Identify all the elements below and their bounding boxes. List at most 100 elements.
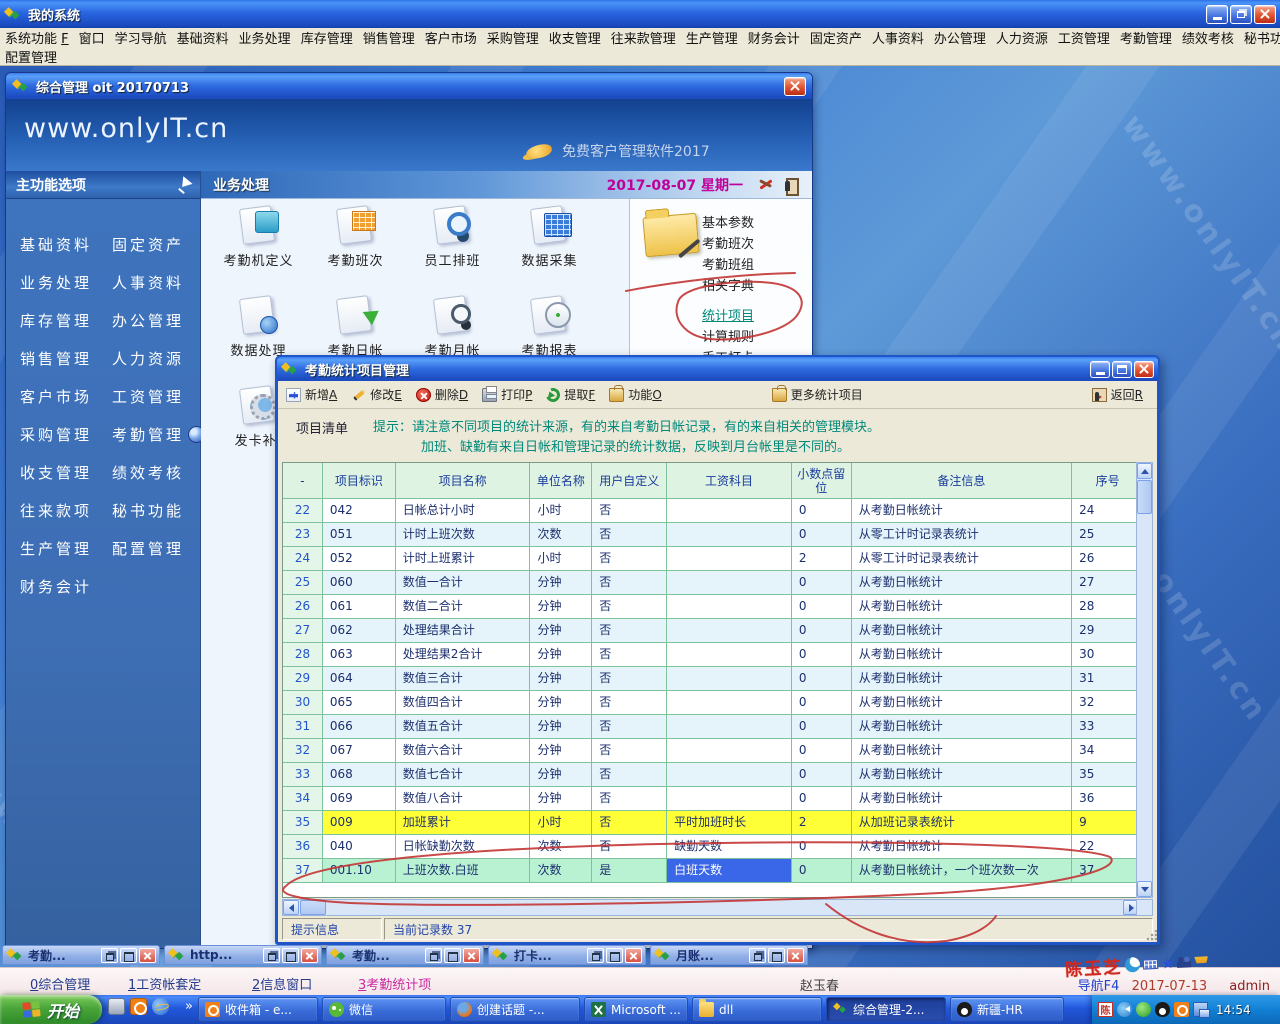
table-cell[interactable]: 060: [323, 571, 396, 595]
menu-item[interactable]: 往来款管理: [606, 28, 681, 47]
table-cell[interactable]: 从考勤日帐统计: [852, 787, 1072, 811]
vertical-scrollbar[interactable]: [1136, 462, 1153, 898]
table-row[interactable]: 33068数值七合计分钟否0从考勤日帐统计35: [283, 763, 1143, 787]
column-header[interactable]: 序号: [1072, 463, 1143, 499]
table-cell[interactable]: 日帐总计小时: [396, 499, 531, 523]
table-cell[interactable]: 分钟: [530, 739, 592, 763]
table-cell[interactable]: 数值六合计: [396, 739, 531, 763]
nav-hotkey[interactable]: 导航F4: [1078, 979, 1120, 994]
table-cell[interactable]: 从零工计时记录表统计: [852, 547, 1072, 571]
table-cell[interactable]: 次数: [530, 835, 592, 859]
table-cell[interactable]: 0: [792, 739, 852, 763]
column-header[interactable]: 单位名称: [530, 463, 592, 499]
table-row[interactable]: 32067数值六合计分钟否0从考勤日帐统计34: [283, 739, 1143, 763]
taskbar-button[interactable]: 综合管理-2...: [826, 997, 946, 1022]
table-cell[interactable]: 22: [283, 499, 323, 523]
side-menu-item[interactable]: 计算规则: [702, 327, 754, 348]
menu-item[interactable]: 生产管理: [681, 28, 743, 47]
table-cell[interactable]: 009: [323, 811, 396, 835]
side-menu-item[interactable]: 统计项目: [702, 306, 754, 327]
table-row[interactable]: 25060数值一合计分钟否0从考勤日帐统计27: [283, 571, 1143, 595]
toolbar-button[interactable]: 删除D: [416, 386, 468, 403]
scroll-up-icon[interactable]: [1137, 463, 1152, 479]
table-cell[interactable]: 从考勤日帐统计，一个班次数一次: [852, 859, 1072, 883]
table-cell[interactable]: 分钟: [530, 667, 592, 691]
menu-item[interactable]: 窗口: [74, 28, 110, 47]
tools-icon[interactable]: [757, 177, 774, 192]
table-cell[interactable]: 30: [283, 691, 323, 715]
main-window-titlebar[interactable]: 综合管理 oit 20170713: [6, 73, 812, 99]
sidebar-item[interactable]: 收支管理: [20, 453, 112, 491]
scroll-down-icon[interactable]: [1137, 881, 1152, 897]
table-row[interactable]: 29064数值三合计分钟否0从考勤日帐统计31: [283, 667, 1143, 691]
table-cell[interactable]: [667, 499, 792, 523]
table-cell[interactable]: 29: [1072, 619, 1143, 643]
close-icon[interactable]: [463, 948, 480, 963]
table-cell[interactable]: 否: [592, 787, 667, 811]
table-cell[interactable]: 062: [323, 619, 396, 643]
table-cell[interactable]: 从考勤日帐统计: [852, 715, 1072, 739]
sidebar-item[interactable]: 生产管理: [20, 529, 112, 567]
table-cell[interactable]: 065: [323, 691, 396, 715]
column-header[interactable]: 备注信息: [852, 463, 1072, 499]
workspace-icon[interactable]: 数据处理: [210, 295, 307, 359]
table-cell[interactable]: [667, 763, 792, 787]
ie-icon[interactable]: [152, 998, 169, 1015]
scroll-left-icon[interactable]: [283, 900, 299, 915]
toolbar-button[interactable]: 提取F: [546, 386, 595, 403]
sidebar-item[interactable]: 固定资产: [112, 225, 205, 263]
table-cell[interactable]: 否: [592, 715, 667, 739]
table-cell[interactable]: 否: [592, 523, 667, 547]
table-row[interactable]: 22042日帐总计小时小时否0从考勤日帐统计24: [283, 499, 1143, 523]
table-cell[interactable]: 0: [792, 859, 852, 883]
table-cell[interactable]: 从零工计时记录表统计: [852, 523, 1072, 547]
menu-item[interactable]: 考勤管理: [1115, 28, 1177, 47]
table-cell[interactable]: [667, 667, 792, 691]
minimized-window[interactable]: http...: [164, 945, 322, 965]
minimized-window[interactable]: 考勤...: [326, 945, 484, 965]
restore-icon[interactable]: [263, 948, 280, 963]
sidebar-item[interactable]: 库存管理: [20, 301, 112, 339]
table-cell[interactable]: [667, 547, 792, 571]
minimized-window[interactable]: 月账...: [650, 945, 808, 965]
table-cell[interactable]: [667, 523, 792, 547]
menu-item[interactable]: 收支管理: [544, 28, 606, 47]
sidebar-item[interactable]: 配置管理: [112, 529, 205, 567]
taskbar-button[interactable]: 新疆-HR: [950, 997, 1064, 1022]
mail-tray-icon[interactable]: [1174, 1002, 1189, 1017]
table-cell[interactable]: 否: [592, 643, 667, 667]
side-menu-item[interactable]: 考勤班次: [702, 234, 754, 255]
column-header[interactable]: 工资科目: [667, 463, 792, 499]
menu-item[interactable]: 配置管理: [0, 47, 62, 66]
table-cell[interactable]: 小时: [530, 547, 592, 571]
close-button[interactable]: [784, 77, 806, 96]
minimize-button[interactable]: [1090, 361, 1110, 378]
table-cell[interactable]: 否: [592, 571, 667, 595]
table-cell[interactable]: [667, 739, 792, 763]
restore-button[interactable]: [1230, 5, 1252, 24]
table-cell[interactable]: 0: [792, 595, 852, 619]
table-cell[interactable]: 31: [1072, 667, 1143, 691]
table-cell[interactable]: 数值四合计: [396, 691, 531, 715]
table-cell[interactable]: 042: [323, 499, 396, 523]
workspace-icon[interactable]: 考勤报表: [501, 295, 598, 359]
minimized-window[interactable]: 考勤...: [2, 945, 160, 965]
table-cell[interactable]: 缺勤天数: [667, 835, 792, 859]
workspace-icon[interactable]: 考勤月帐: [404, 295, 501, 359]
table-cell[interactable]: 052: [323, 547, 396, 571]
close-icon[interactable]: [625, 948, 642, 963]
table-cell[interactable]: 001.10: [323, 859, 396, 883]
sidebar-item[interactable]: 绩效考核: [112, 453, 205, 491]
workspace-icon[interactable]: 数据采集: [501, 205, 598, 269]
sidebar-item[interactable]: 办公管理: [112, 301, 205, 339]
table-cell[interactable]: 31: [283, 715, 323, 739]
window-icon[interactable]: [108, 998, 125, 1015]
start-button[interactable]: 开始: [0, 995, 102, 1024]
table-cell[interactable]: 加班累计: [396, 811, 531, 835]
side-menu-item[interactable]: 相关字典: [702, 276, 754, 297]
table-cell[interactable]: 数值八合计: [396, 787, 531, 811]
close-button[interactable]: [1254, 5, 1276, 24]
maximize-icon[interactable]: [768, 948, 785, 963]
app-titlebar[interactable]: 我的系统: [0, 0, 1280, 28]
side-menu-item[interactable]: 考勤班组: [702, 255, 754, 276]
